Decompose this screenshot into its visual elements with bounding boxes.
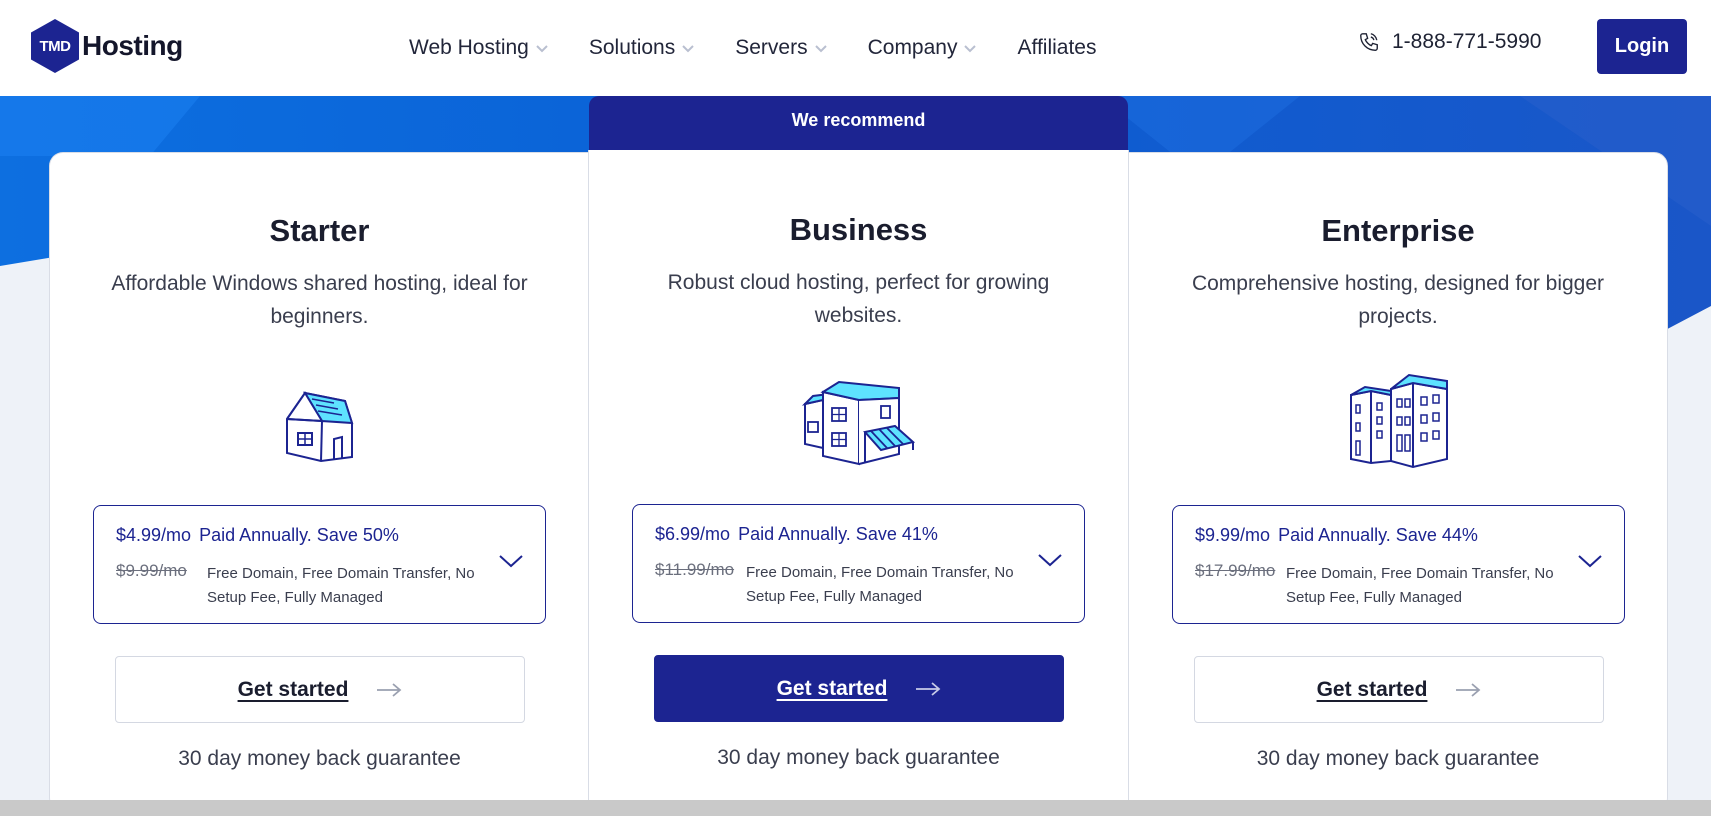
chevron-down-icon — [963, 43, 977, 53]
chevron-down-icon — [535, 43, 549, 53]
plan-name: Business — [789, 212, 928, 247]
get-started-button[interactable]: Get started — [1194, 656, 1604, 723]
main-nav: Web Hosting Solutions Servers Company Af… — [409, 0, 1096, 96]
phone-number: 1-888-771-5990 — [1392, 30, 1542, 53]
plan-features: Free Domain, Free Domain Transfer, No Se… — [207, 565, 475, 606]
nav-item-label: Servers — [735, 36, 808, 59]
get-started-button[interactable]: Get started — [115, 656, 525, 723]
billing-text: Paid Annually. Save 41% — [738, 524, 938, 544]
get-started-button[interactable]: Get started — [654, 655, 1064, 722]
price-selector[interactable]: $9.99/mo Paid Annually. Save 44% $17.99/… — [1172, 505, 1625, 624]
price-amount: $6.99/mo — [655, 524, 731, 544]
plan-description: Robust cloud hosting, perfect for growin… — [667, 271, 1050, 327]
nav-item-affiliates[interactable]: Affiliates — [1017, 36, 1096, 60]
plan-name: Enterprise — [1321, 213, 1475, 248]
nav-item-label: Web Hosting — [409, 36, 529, 59]
login-button[interactable]: Login — [1597, 19, 1687, 74]
old-price: $11.99/mo — [655, 560, 735, 579]
plan-card-business: Business Robust cloud hosting, perfect f… — [588, 150, 1129, 810]
nav-item-label: Affiliates — [1017, 36, 1097, 59]
horizontal-scrollbar[interactable] — [0, 800, 1711, 816]
house-icon — [272, 371, 368, 472]
nav-item-web-hosting[interactable]: Web Hosting — [409, 36, 549, 60]
money-back-guarantee: 30 day money back guarantee — [717, 746, 1000, 769]
old-price: $17.99/mo — [1195, 561, 1276, 580]
site-header: TMD Hosting Web Hosting Solutions Server… — [0, 0, 1711, 96]
nav-item-company[interactable]: Company — [868, 36, 978, 60]
billing-text: Paid Annually. Save 50% — [199, 525, 399, 545]
old-price: $9.99/mo — [116, 561, 187, 580]
nav-item-solutions[interactable]: Solutions — [589, 36, 695, 60]
plan-features: Free Domain, Free Domain Transfer, No Se… — [746, 564, 1014, 605]
price-amount: $4.99/mo — [116, 525, 192, 545]
phone-link[interactable]: 1-888-771-5990 — [1358, 30, 1541, 54]
price-amount: $9.99/mo — [1195, 525, 1271, 545]
chevron-down-icon — [1576, 552, 1604, 575]
price-selector[interactable]: $6.99/mo Paid Annually. Save 41% $11.99/… — [632, 504, 1085, 623]
nav-item-label: Company — [867, 36, 958, 59]
arrow-right-icon — [376, 682, 402, 698]
logo[interactable]: TMD Hosting — [29, 18, 183, 74]
logo-text: Hosting — [82, 30, 183, 61]
plan-description: Comprehensive hosting, designed for bigg… — [1191, 272, 1605, 328]
plan-description: Affordable Windows shared hosting, ideal… — [111, 272, 528, 328]
office-buildings-icon — [1343, 371, 1453, 476]
logo-hexagon-icon: TMD — [29, 18, 81, 74]
storefront-icon — [799, 370, 919, 471]
phone-icon — [1360, 33, 1378, 51]
price-selector[interactable]: $4.99/mo Paid Annually. Save 50% $9.99/m… — [93, 505, 546, 624]
plan-card-starter: Starter Affordable Windows shared hostin… — [49, 152, 589, 812]
cta-label: Get started — [237, 677, 349, 701]
cta-label: Get started — [1316, 677, 1428, 701]
cta-label: Get started — [776, 676, 888, 700]
plan-name: Starter — [269, 213, 370, 248]
chevron-down-icon — [1036, 551, 1064, 574]
money-back-guarantee: 30 day money back guarantee — [1256, 747, 1540, 770]
arrow-right-icon — [915, 681, 941, 697]
money-back-guarantee: 30 day money back guarantee — [178, 747, 461, 770]
billing-text: Paid Annually. Save 44% — [1278, 525, 1478, 545]
chevron-down-icon — [681, 43, 695, 53]
nav-item-servers[interactable]: Servers — [735, 36, 827, 60]
recommend-badge: We recommend — [589, 96, 1128, 158]
nav-item-label: Solutions — [588, 36, 676, 59]
plan-card-enterprise: Enterprise Comprehensive hosting, design… — [1128, 152, 1668, 812]
logo-badge-text: TMD — [39, 37, 72, 55]
chevron-down-icon — [497, 552, 525, 575]
plan-features: Free Domain, Free Domain Transfer, No Se… — [1286, 565, 1554, 606]
chevron-down-icon — [814, 43, 828, 53]
arrow-right-icon — [1455, 682, 1481, 698]
